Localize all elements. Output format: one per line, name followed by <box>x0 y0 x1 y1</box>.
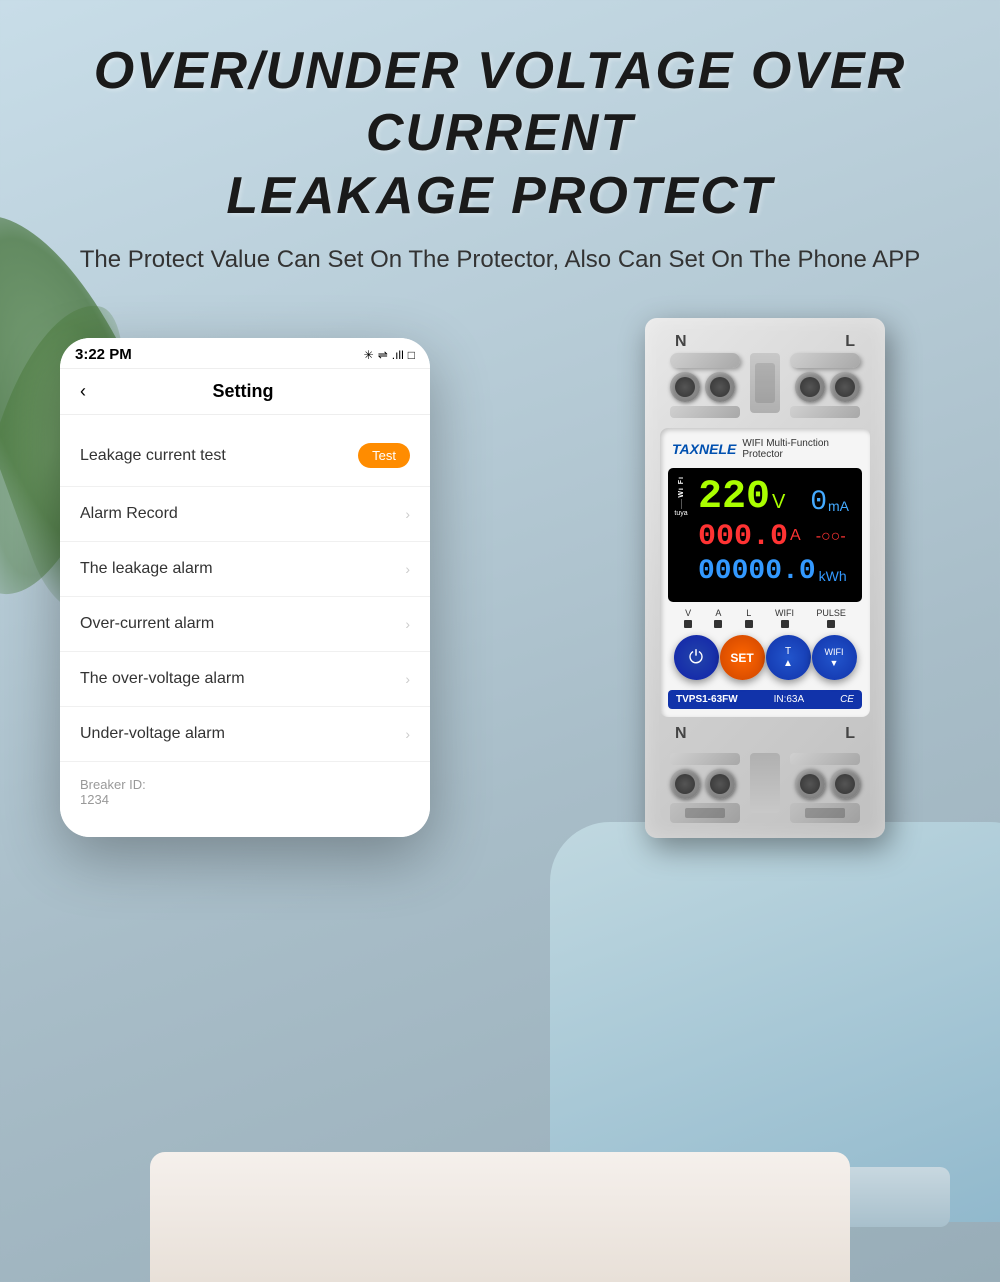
app-title: Setting <box>96 381 390 402</box>
connector-top-l-label: L <box>845 333 855 351</box>
breaker-label: Breaker ID: <box>80 777 410 792</box>
menu-label-over-voltage: The over-voltage alarm <box>80 670 245 688</box>
breaker-section: Breaker ID: 1234 <box>60 762 430 827</box>
test-button[interactable]: Test <box>358 443 410 468</box>
indicator-pulse-dot <box>827 620 835 628</box>
device-area: N L <box>590 318 940 838</box>
connector-top-n-label: N <box>675 333 687 351</box>
device-panel: TAXNELE WIFI Multi-Function Protector Wi… <box>660 428 870 717</box>
lcd-voltage: 220 <box>698 478 770 518</box>
bluetooth-icon: ✳ <box>364 348 374 362</box>
main-title: OVER/UNDER VOLTAGE OVER CURRENT LEAKAGE … <box>20 40 980 227</box>
menu-item-over-current[interactable]: Over-current alarm › <box>60 597 430 652</box>
lcd-ma-value: 0 <box>810 487 827 518</box>
wifi-down-icon: ▼ <box>830 658 839 669</box>
set-button[interactable]: SET <box>720 635 765 680</box>
indicator-v: V <box>684 608 692 628</box>
menu-item-under-voltage[interactable]: Under-voltage alarm › <box>60 707 430 762</box>
temp-up-icon: ▲ <box>783 658 793 670</box>
device-footer: TVPS1-63FW IN:63A CE <box>668 690 862 709</box>
phone-status-icons: ✳ ⇌ .ıll □ <box>364 348 415 362</box>
indicator-a: A <box>714 608 722 628</box>
rating-label: IN:63A <box>774 694 805 705</box>
bg-table <box>150 1152 850 1282</box>
indicator-wifi: WIFI <box>775 608 794 628</box>
lcd-display: Wi Fi tuya 220 V 0 mA <box>668 468 862 602</box>
wifi-signal-icon: ⇌ <box>378 348 388 362</box>
content-area: 3:22 PM ✳ ⇌ .ıll □ ‹ Setting Leakage cur… <box>0 298 1000 838</box>
power-button[interactable]: ⏻ <box>674 635 719 680</box>
arrow-icon-alarm-record: › <box>405 506 410 522</box>
subtitle: The Protect Value Can Set On The Protect… <box>20 242 980 278</box>
connector-bottom-l-label: L <box>845 725 855 743</box>
breaker-id: 1234 <box>80 792 410 807</box>
menu-label-leakage-alarm: The leakage alarm <box>80 560 213 578</box>
indicators-row: V A L WIFI P <box>668 602 862 630</box>
indicator-l-label: L <box>746 608 751 618</box>
menu-label-under-voltage: Under-voltage alarm <box>80 725 225 743</box>
device-brand: TAXNELE WIFI Multi-Function Protector <box>668 436 862 462</box>
signal-icon: .ıll <box>392 348 404 362</box>
menu-item-alarm-record[interactable]: Alarm Record › <box>60 487 430 542</box>
indicator-v-dot <box>684 620 692 628</box>
indicator-a-label: A <box>715 608 721 618</box>
indicator-wifi-dot <box>781 620 789 628</box>
lcd-kwh-unit: kWh <box>819 568 847 584</box>
connector-bottom-n-label: N <box>675 725 687 743</box>
lcd-voltage-unit: V <box>772 491 785 514</box>
header: OVER/UNDER VOLTAGE OVER CURRENT LEAKAGE … <box>0 0 1000 298</box>
indicator-pulse: PULSE <box>816 608 846 628</box>
arrow-icon-over-voltage: › <box>405 671 410 687</box>
ce-mark: CE <box>840 694 854 705</box>
arrow-icon-leakage-alarm: › <box>405 561 410 577</box>
phone-mockup: 3:22 PM ✳ ⇌ .ıll □ ‹ Setting Leakage cur… <box>60 338 430 837</box>
lcd-current: 000.0 <box>698 520 788 554</box>
phone-status-bar: 3:22 PM ✳ ⇌ .ıll □ <box>60 338 430 369</box>
lcd-current-unit: A <box>790 527 801 545</box>
lcd-link-icon: -○○- <box>816 528 846 546</box>
bottom-connectors <box>660 753 870 823</box>
battery-icon: □ <box>408 348 415 362</box>
arrow-icon-over-current: › <box>405 616 410 632</box>
phone-content: Leakage current test Test Alarm Record ›… <box>60 415 430 837</box>
wifi-button[interactable]: WIFI ▼ <box>812 635 857 680</box>
indicator-l-dot <box>745 620 753 628</box>
top-connectors <box>660 353 870 418</box>
menu-label-over-current: Over-current alarm <box>80 615 214 633</box>
lcd-ma-unit: mA <box>828 498 849 514</box>
indicator-a-dot <box>714 620 722 628</box>
app-header: ‹ Setting <box>60 369 430 415</box>
device-body: N L <box>645 318 885 838</box>
menu-item-leakage-alarm[interactable]: The leakage alarm › <box>60 542 430 597</box>
indicator-v-label: V <box>685 608 691 618</box>
temp-button[interactable]: T ▲ <box>766 635 811 680</box>
indicator-pulse-label: PULSE <box>816 608 846 618</box>
arrow-icon-under-voltage: › <box>405 726 410 742</box>
indicator-wifi-label: WIFI <box>775 608 794 618</box>
brand-subtitle: WIFI Multi-Function Protector <box>742 438 858 460</box>
menu-label-leakage-test: Leakage current test <box>80 447 226 465</box>
back-button[interactable]: ‹ <box>80 381 86 402</box>
phone-time: 3:22 PM <box>75 346 132 363</box>
menu-item-over-voltage[interactable]: The over-voltage alarm › <box>60 652 430 707</box>
menu-label-alarm-record: Alarm Record <box>80 505 178 523</box>
menu-item-leakage-test[interactable]: Leakage current test Test <box>60 425 430 487</box>
indicator-l: L <box>745 608 753 628</box>
wifi-btn-label: WIFI <box>825 647 844 658</box>
lcd-kwh: 00000.0 <box>698 556 816 587</box>
temp-icon: T <box>785 646 791 658</box>
brand-name: TAXNELE <box>672 441 736 457</box>
model-label: TVPS1-63FW <box>676 694 738 705</box>
buttons-row: ⏻ SET T ▲ WIFI ▼ <box>668 630 862 685</box>
